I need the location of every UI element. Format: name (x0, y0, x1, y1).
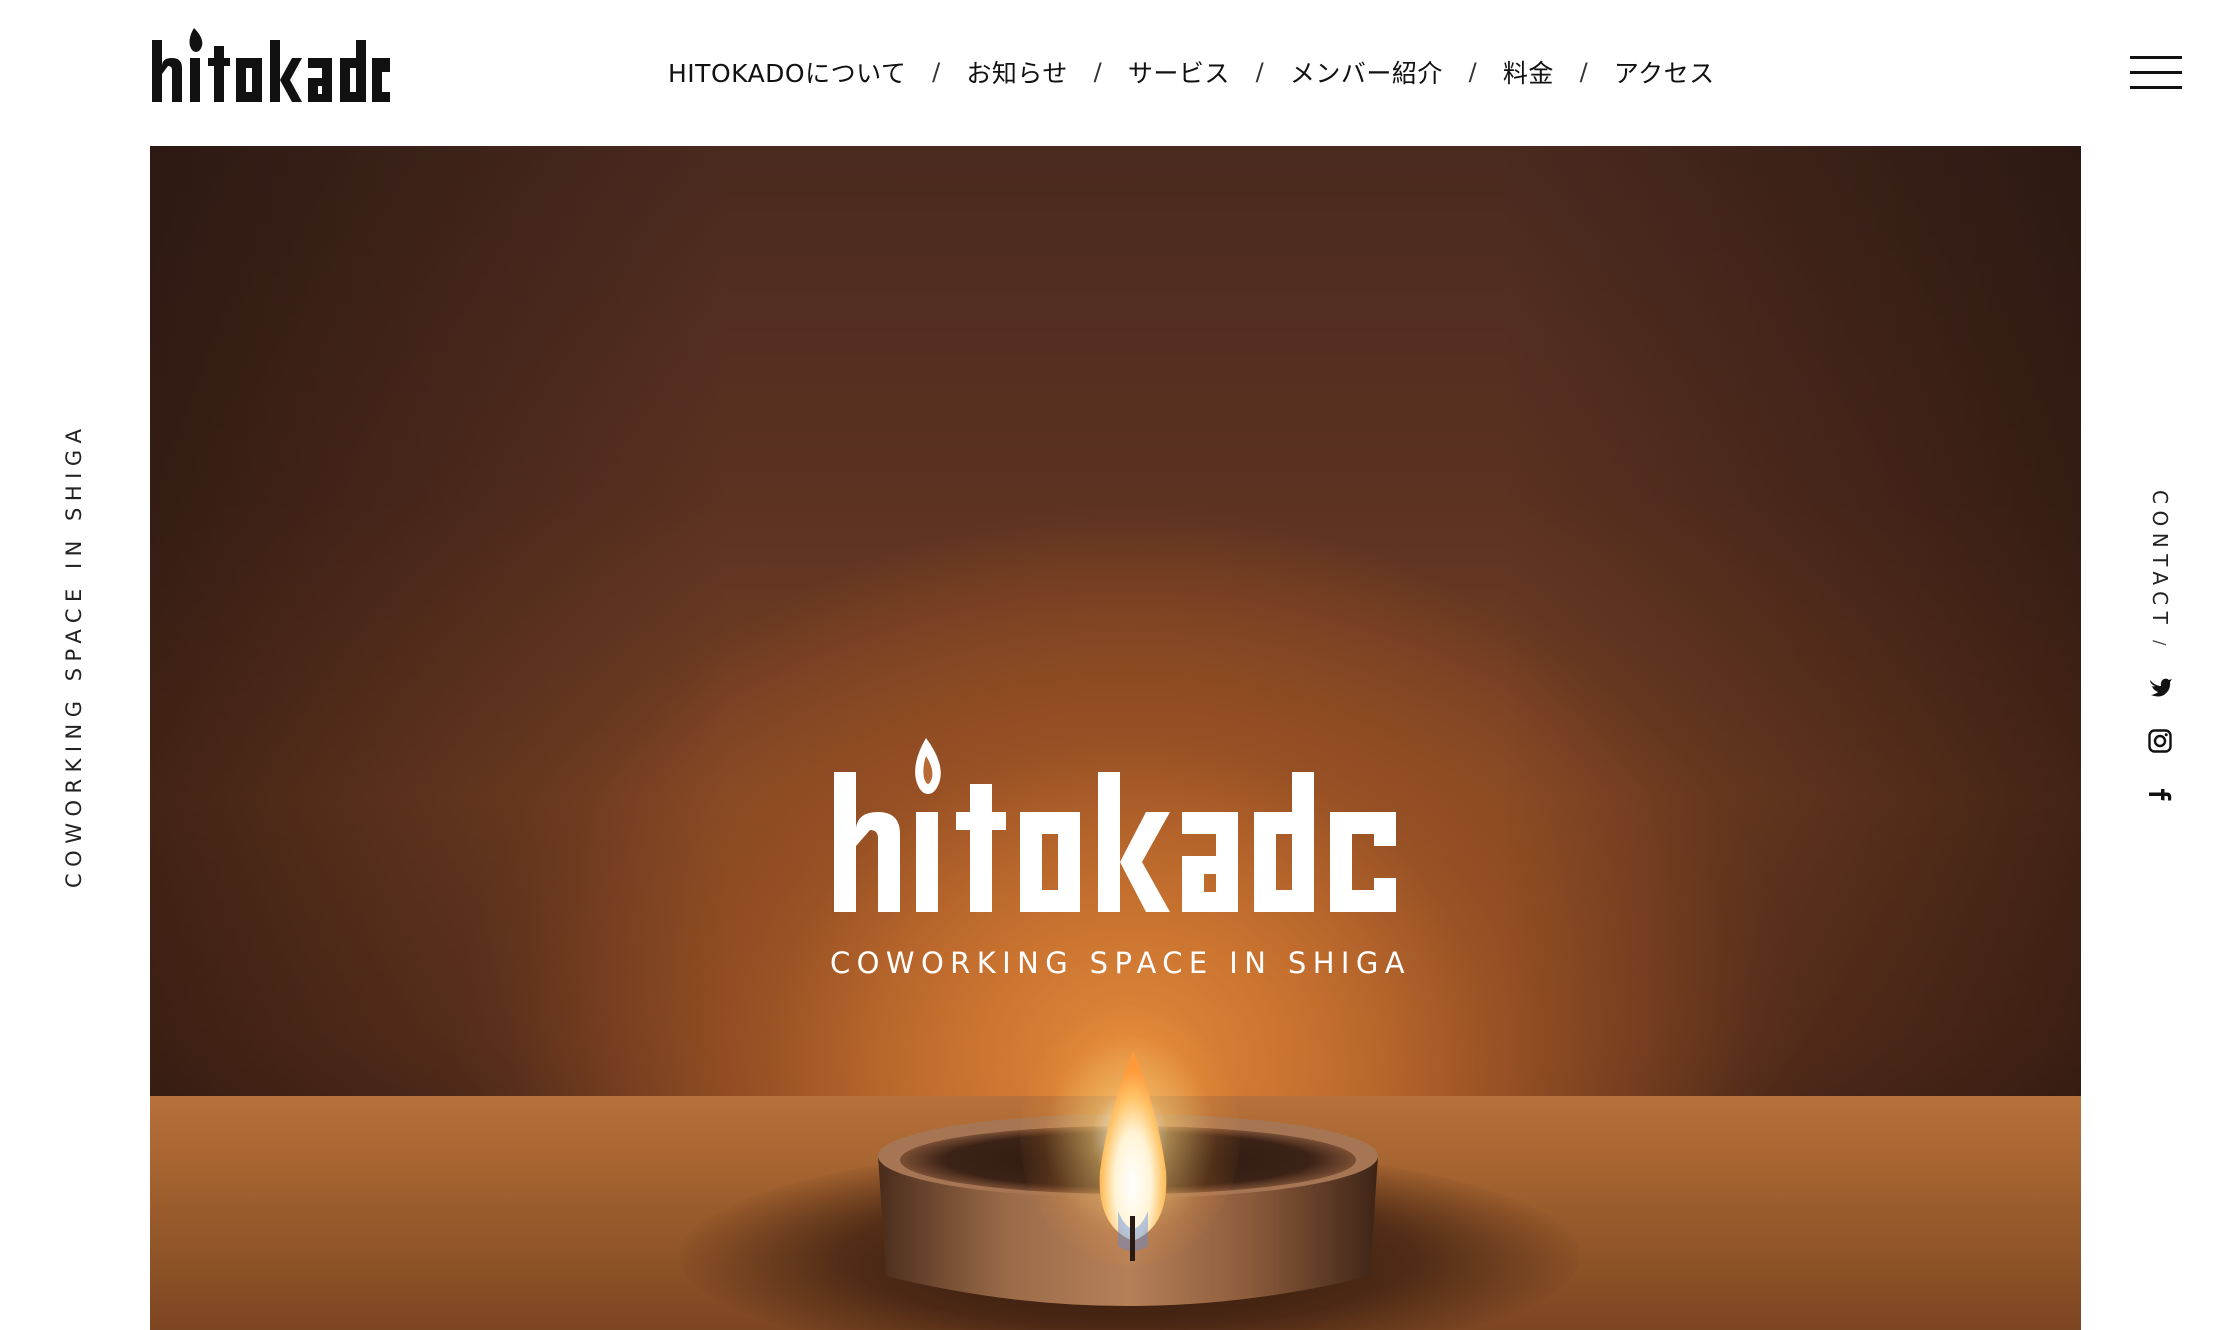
nav-item-about[interactable]: HITOKADOについて (668, 54, 906, 90)
menu-line (2130, 71, 2182, 74)
hitokado-logo-icon (152, 28, 390, 102)
nav-item-services[interactable]: サービス (1128, 54, 1230, 90)
menu-line (2130, 86, 2182, 89)
nav-separator: / (1579, 58, 1589, 86)
candle-flame (1078, 1041, 1188, 1281)
contact-separator: / (2150, 640, 2170, 646)
main-nav: HITOKADOについて / お知らせ / サービス / メンバー紹介 / 料金… (668, 52, 1715, 92)
bird-icon[interactable] (2147, 674, 2173, 700)
facebook-icon[interactable] (2147, 782, 2173, 808)
nav-separator: / (932, 58, 941, 86)
contact-link[interactable]: CONTACT (2148, 490, 2172, 630)
nav-separator: / (1255, 58, 1265, 86)
hitokado-logo-icon (834, 738, 1396, 912)
site-header: hitokado HITOKADOについて / お知らせ / サービス / メン… (0, 0, 2218, 146)
menu-line (2130, 56, 2182, 59)
hero-tagline: COWORKING SPACE IN SHIGA (830, 946, 1411, 980)
nav-separator: / (1093, 58, 1103, 86)
side-contact-bar: CONTACT / (2140, 490, 2180, 808)
instagram-icon[interactable] (2147, 728, 2173, 754)
nav-item-access[interactable]: アクセス (1614, 54, 1715, 90)
nav-separator: / (1468, 58, 1478, 86)
hero-logo: hitokado (830, 736, 1400, 916)
nav-item-news[interactable]: お知らせ (966, 54, 1068, 90)
hamburger-menu-icon[interactable] (2130, 56, 2182, 90)
nav-item-pricing[interactable]: 料金 (1503, 54, 1554, 90)
site-logo[interactable]: hitokado (150, 26, 390, 106)
hero-section: hitokado COWORKING SPACE IN SHIGA (150, 146, 2081, 1330)
nav-item-members[interactable]: メンバー紹介 (1290, 54, 1443, 90)
side-tagline: COWORKING SPACE IN SHIGA (62, 422, 86, 888)
